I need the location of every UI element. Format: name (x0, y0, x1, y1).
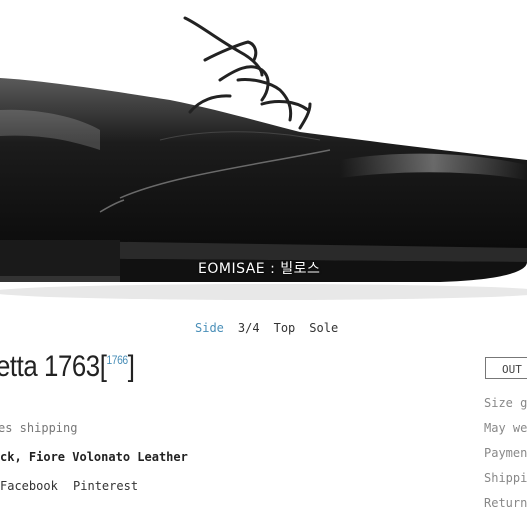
tab-side[interactable]: Side (195, 321, 224, 335)
product-image[interactable]: EOMISAE : 빌로스 (0, 0, 527, 305)
view-tabs: Side 3/4 Top Sole (195, 321, 352, 335)
may-we-link[interactable]: May we (484, 421, 527, 446)
bracket-close: ] (127, 350, 135, 383)
alt-model-link[interactable]: 1766 (106, 353, 128, 367)
product-title: etta 1763[1766] (0, 350, 135, 384)
watermark-text: EOMISAE : 빌로스 (198, 261, 321, 277)
info-links: Size gui May we Payment Shippin Returns (484, 396, 527, 521)
tab-top[interactable]: Top (274, 321, 296, 335)
share-links: Facebook Pinterest (0, 479, 146, 493)
returns-link[interactable]: Returns (484, 496, 527, 521)
tab-sole[interactable]: Sole (309, 321, 338, 335)
product-material: ck, Fiore Volonato Leather (0, 450, 188, 464)
size-guide-link[interactable]: Size gui (484, 396, 527, 421)
product-title-text: etta 1763 (0, 350, 100, 383)
pinterest-link[interactable]: Pinterest (73, 479, 138, 493)
out-of-stock-button[interactable]: OUT (485, 357, 527, 379)
shipping-note: es shipping (0, 421, 78, 435)
facebook-link[interactable]: Facebook (0, 479, 58, 493)
shipping-link[interactable]: Shippin (484, 471, 527, 496)
tab-three-quarter[interactable]: 3/4 (238, 321, 260, 335)
payment-link[interactable]: Payment (484, 446, 527, 471)
